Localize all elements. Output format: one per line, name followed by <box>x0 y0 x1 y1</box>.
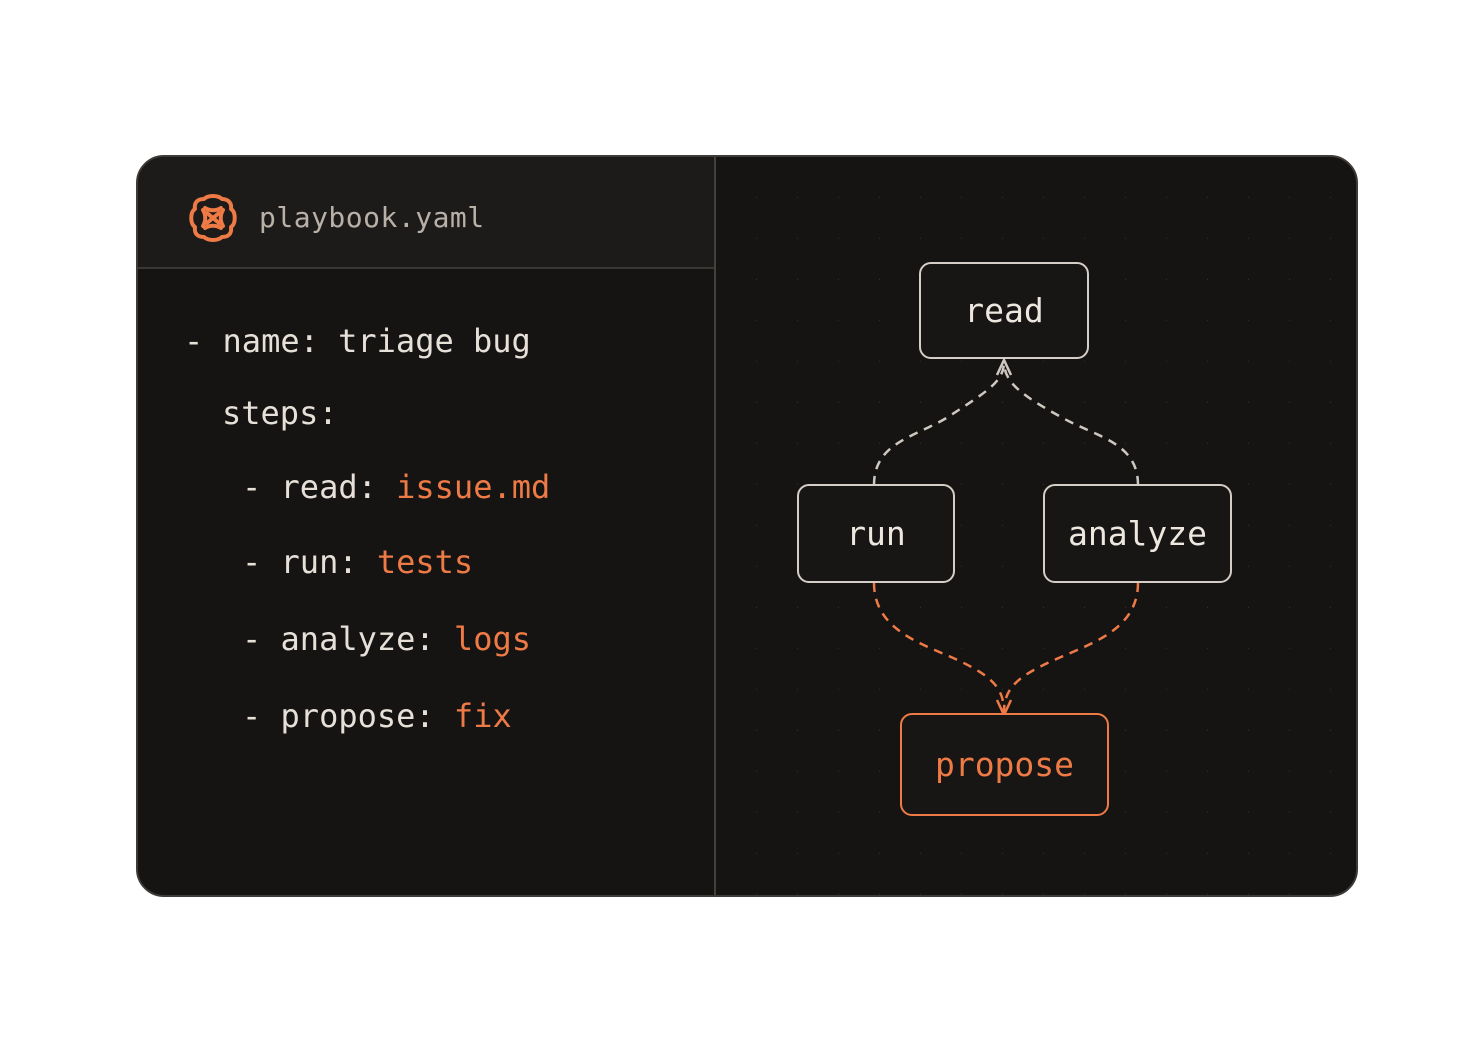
code-line-read: - read: issue.md <box>242 468 551 506</box>
code-line-analyze: - analyze: logs <box>242 620 531 658</box>
node-propose[interactable]: propose <box>900 713 1109 816</box>
code-line-run: - run: tests <box>242 543 474 581</box>
filename-label[interactable]: playbook.yaml <box>259 201 485 235</box>
playbook-card: playbook.yaml - name: triage bug steps: … <box>136 155 1358 897</box>
node-analyze[interactable]: analyze <box>1043 484 1232 583</box>
node-read[interactable]: read <box>919 262 1089 359</box>
code-line-steps: steps: <box>222 394 338 432</box>
orange-knot-logo-icon <box>189 194 237 242</box>
node-run[interactable]: run <box>797 484 955 583</box>
editor-header: playbook.yaml <box>138 157 714 269</box>
code-line-propose: - propose: fix <box>242 697 512 735</box>
editor-pane: playbook.yaml - name: triage bug steps: … <box>138 157 716 895</box>
flow-diagram: read run analyze propose <box>716 157 1356 895</box>
code-line-name: - name: triage bug <box>184 322 531 360</box>
